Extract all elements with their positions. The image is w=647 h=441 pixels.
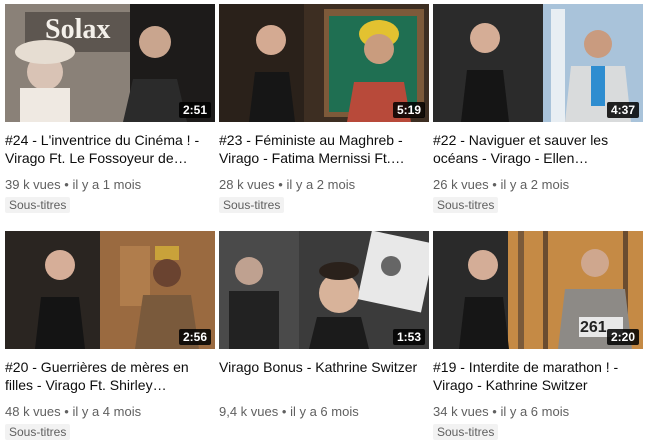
video-meta: 26 k vues • il y a 2 mois bbox=[433, 177, 643, 193]
view-count: 34 k vues bbox=[433, 404, 489, 419]
view-count: 48 k vues bbox=[5, 404, 61, 419]
view-count: 9,4 k vues bbox=[219, 404, 279, 419]
upload-age: il y a 4 mois bbox=[72, 404, 142, 419]
upload-age: il y a 6 mois bbox=[500, 404, 570, 419]
video-meta: 34 k vues • il y a 6 mois bbox=[433, 404, 643, 420]
bib-number-text: 261 bbox=[580, 319, 607, 336]
subtitles-badge: Sous-titres bbox=[5, 197, 71, 213]
video-card[interactable]: Solax 2:51 #24 - L'inventrice du Cinéma … bbox=[5, 4, 215, 214]
thumbnail-overlay-text: Solax bbox=[45, 14, 111, 45]
video-meta: 28 k vues • il y a 2 mois bbox=[219, 177, 429, 193]
duration-badge: 2:56 bbox=[178, 329, 211, 345]
meta-separator: • bbox=[64, 404, 69, 419]
subtitles-badge: Sous-titres bbox=[433, 197, 499, 213]
meta-separator: • bbox=[278, 177, 283, 192]
upload-age: il y a 2 mois bbox=[286, 177, 356, 192]
meta-separator: • bbox=[64, 177, 69, 192]
upload-age: il y a 6 mois bbox=[290, 404, 359, 419]
view-count: 28 k vues bbox=[219, 177, 275, 192]
video-title[interactable]: #22 - Naviguer et sauver les océans - Vi… bbox=[433, 131, 643, 167]
upload-age: il y a 1 mois bbox=[72, 177, 142, 192]
video-title[interactable]: Virago Bonus - Kathrine Switzer bbox=[219, 358, 429, 394]
duration-badge: 4:37 bbox=[606, 102, 639, 118]
duration-badge: 1:53 bbox=[392, 329, 425, 345]
meta-separator: • bbox=[281, 404, 287, 419]
meta-separator: • bbox=[492, 404, 497, 419]
video-title[interactable]: #20 - Guerrières de mères en filles - Vi… bbox=[5, 358, 215, 394]
video-thumbnail[interactable]: 1:53 bbox=[219, 231, 429, 349]
duration-badge: 5:19 bbox=[392, 102, 425, 118]
video-card[interactable]: 1:53 Virago Bonus - Kathrine Switzer 9,4… bbox=[219, 231, 429, 420]
video-card[interactable]: 4:37 #22 - Naviguer et sauver les océans… bbox=[433, 4, 643, 214]
view-count: 39 k vues bbox=[5, 177, 61, 192]
meta-separator: • bbox=[492, 177, 497, 192]
video-thumbnail[interactable]: 4:37 bbox=[433, 4, 643, 122]
video-thumbnail[interactable]: 261 2:20 bbox=[433, 231, 643, 349]
view-count: 26 k vues bbox=[433, 177, 489, 192]
video-thumbnail[interactable]: 2:56 bbox=[5, 231, 215, 349]
video-meta: 39 k vues • il y a 1 mois bbox=[5, 177, 215, 193]
subtitles-badge: Sous-titres bbox=[219, 197, 285, 213]
video-title[interactable]: #23 - Féministe au Maghreb - Virago - Fa… bbox=[219, 131, 429, 167]
video-thumbnail[interactable]: 5:19 bbox=[219, 4, 429, 122]
video-thumbnail[interactable]: Solax 2:51 bbox=[5, 4, 215, 122]
video-card[interactable]: 261 2:20 #19 - Interdite de marathon ! -… bbox=[433, 231, 643, 441]
subtitles-badge: Sous-titres bbox=[5, 424, 71, 440]
video-card[interactable]: 5:19 #23 - Féministe au Maghreb - Virago… bbox=[219, 4, 429, 214]
upload-age: il y a 2 mois bbox=[500, 177, 570, 192]
duration-badge: 2:20 bbox=[606, 329, 639, 345]
video-meta: 9,4 k vues • il y a 6 mois bbox=[219, 404, 429, 420]
subtitles-badge: Sous-titres bbox=[433, 424, 499, 440]
video-title[interactable]: #19 - Interdite de marathon ! - Virago -… bbox=[433, 358, 643, 394]
duration-badge: 2:51 bbox=[178, 102, 211, 118]
video-meta: 48 k vues • il y a 4 mois bbox=[5, 404, 215, 420]
video-title[interactable]: #24 - L'inventrice du Cinéma ! - Virago … bbox=[5, 131, 215, 167]
video-card[interactable]: 2:56 #20 - Guerrières de mères en filles… bbox=[5, 231, 215, 441]
